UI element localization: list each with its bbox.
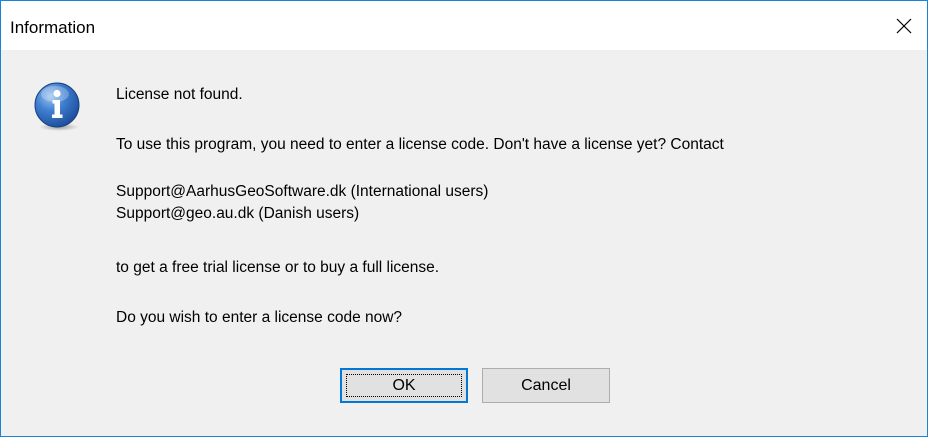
ok-button[interactable]: OK [340, 368, 468, 403]
message-question: Do you wish to enter a license code now? [116, 309, 403, 326]
dialog-title: Information [10, 18, 96, 37]
focus-rectangle [346, 374, 462, 397]
cancel-button[interactable]: Cancel [482, 368, 610, 403]
message-license-not-found: License not found. [116, 86, 243, 103]
message-international-contact: Support@AarhusGeoSoftware.dk (Internatio… [116, 183, 489, 200]
title-bar[interactable]: Information [1, 1, 927, 50]
close-icon [896, 18, 912, 33]
information-dialog: Information License not found. To use th… [0, 0, 928, 437]
message-danish-contact: Support@geo.au.dk (Danish users) [116, 205, 360, 222]
message-instructions: To use this program, you need to enter a… [116, 136, 724, 153]
close-button[interactable] [881, 1, 927, 50]
message-trial-info: to get a free trial license or to buy a … [116, 259, 440, 276]
information-icon [33, 81, 83, 131]
cancel-button-label: Cancel [521, 376, 571, 394]
